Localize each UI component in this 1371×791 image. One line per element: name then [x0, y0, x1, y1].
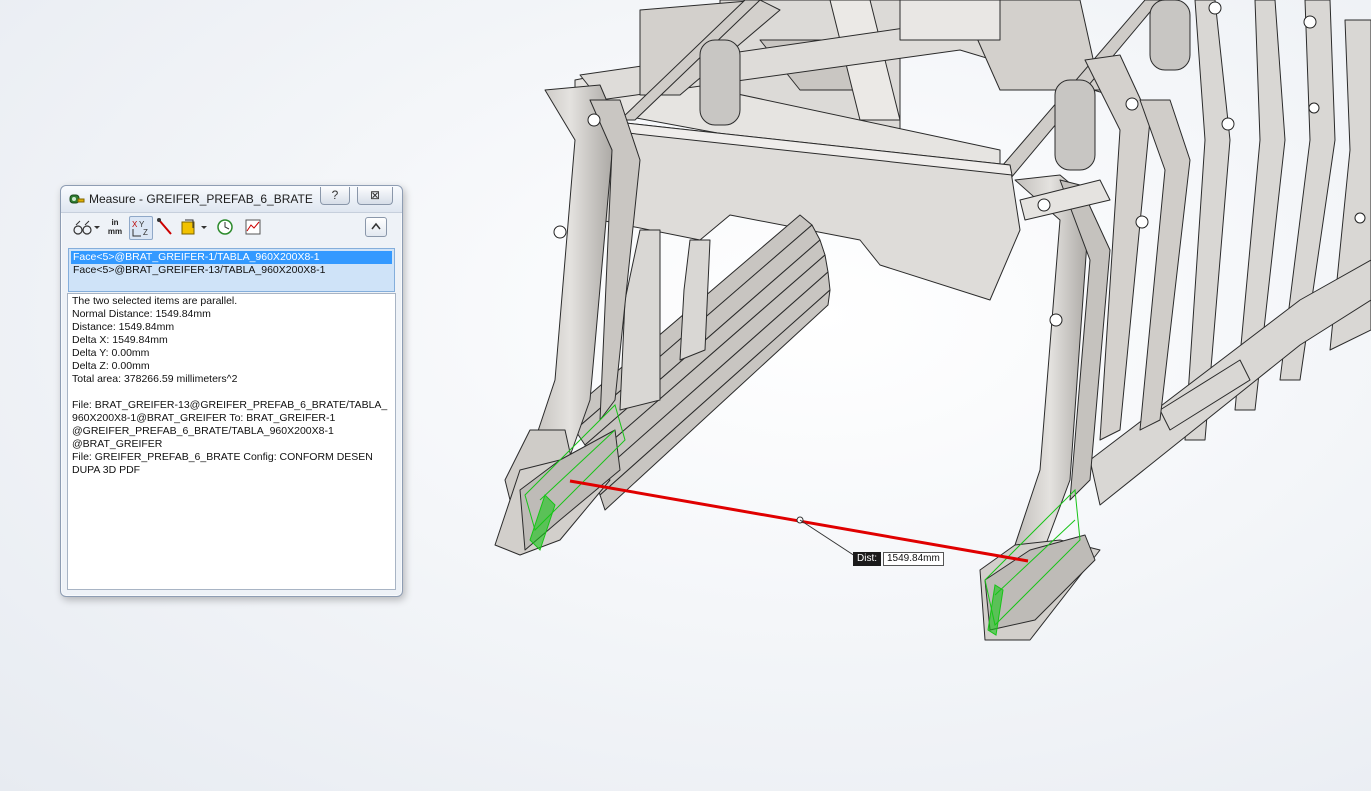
result-delta-x: Delta X: 1549.84mm	[72, 334, 168, 346]
svg-text:Z: Z	[143, 228, 148, 237]
result-delta-y: Delta Y: 0.00mm	[72, 347, 150, 359]
file-info-line: File: GREIFER_PREFAB_6_BRATE Config: CON…	[72, 451, 373, 463]
close-button[interactable]: ⊠	[357, 187, 393, 205]
result-total-area: Total area: 378266.59 millimeters^2	[72, 373, 238, 385]
units-in-label: in	[111, 218, 119, 227]
measure-toolbar: in mm X Y Z	[67, 214, 396, 242]
xyz-measure-icon[interactable]: X Y Z	[129, 216, 153, 240]
result-normal-distance: Normal Distance: 1549.84mm	[72, 308, 211, 320]
collapse-button[interactable]	[365, 217, 387, 237]
file-info-line: @BRAT_GREIFER	[72, 438, 163, 450]
svg-text:X: X	[132, 220, 138, 229]
arc-circle-options-icon[interactable]	[71, 216, 101, 238]
dist-label: Dist:	[853, 552, 881, 566]
file-info-line: @GREIFER_PREFAB_6_BRATE/TABLA_960X200X8-…	[72, 425, 334, 437]
collapse-icon	[371, 222, 381, 230]
dialog-titlebar[interactable]: Measure - GREIFER_PREFAB_6_BRATE ? ⊠	[61, 186, 402, 213]
file-info-line: 960X200X8-1@BRAT_GREIFER To: BRAT_GREIFE…	[72, 412, 336, 424]
results-panel: The two selected items are parallel. Nor…	[67, 293, 396, 590]
dialog-title: Measure - GREIFER_PREFAB_6_BRATE	[89, 192, 313, 206]
distance-callout: Dist: 1549.84mm	[853, 552, 944, 566]
create-sensor-icon[interactable]	[243, 216, 263, 238]
measurement-indicator	[569, 479, 1029, 563]
selection-item[interactable]: Face<5>@BRAT_GREIFER-1/TABLA_960X200X8-1	[71, 251, 392, 264]
dist-value: 1549.84mm	[883, 552, 944, 566]
help-button[interactable]: ?	[320, 187, 350, 205]
result-parallel: The two selected items are parallel.	[72, 295, 238, 307]
selection-item[interactable]: Face<5>@BRAT_GREIFER-13/TABLA_960X200X8-…	[71, 264, 392, 277]
units-precision-icon[interactable]: in mm	[105, 216, 125, 240]
result-delta-z: Delta Z: 0.00mm	[72, 360, 150, 372]
point-to-point-icon[interactable]	[155, 216, 175, 238]
file-info-line: File: BRAT_GREIFER-13@GREIFER_PREFAB_6_B…	[72, 399, 388, 411]
measure-history-icon[interactable]	[215, 216, 235, 238]
result-distance: Distance: 1549.84mm	[72, 321, 175, 333]
selection-list[interactable]: Face<5>@BRAT_GREIFER-1/TABLA_960X200X8-1…	[68, 248, 395, 292]
units-mm-label: mm	[107, 227, 123, 236]
projection-on-icon[interactable]	[179, 216, 213, 238]
file-info-line: DUPA 3D PDF	[72, 464, 141, 476]
tape-measure-icon	[69, 194, 85, 204]
measure-dialog[interactable]: Measure - GREIFER_PREFAB_6_BRATE ? ⊠ in …	[60, 185, 403, 597]
